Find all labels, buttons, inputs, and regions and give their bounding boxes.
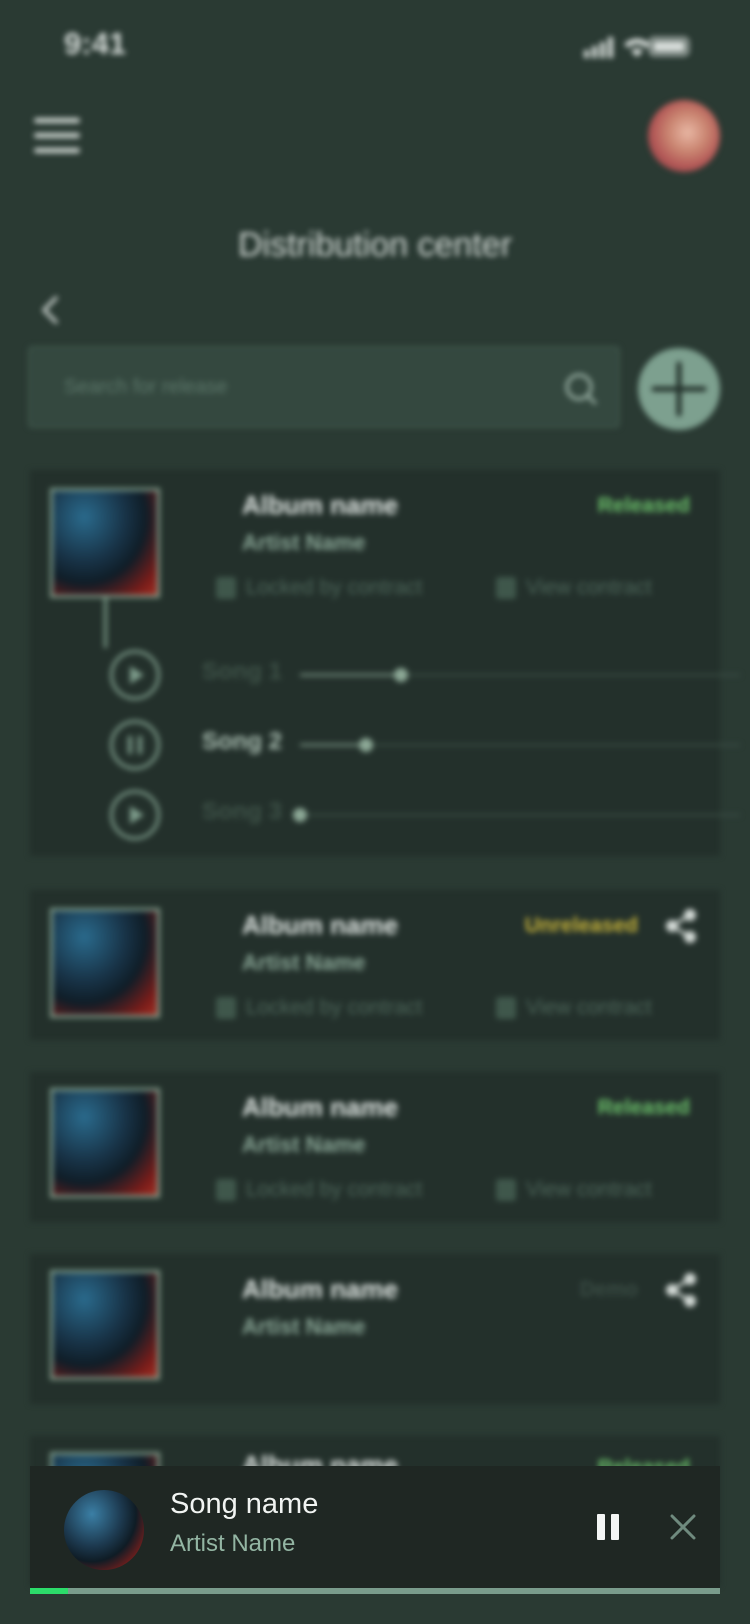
song-progress-track[interactable]: [293, 808, 740, 822]
play-icon: [130, 806, 144, 824]
now-playing-cover[interactable]: [64, 1490, 144, 1570]
app-screen: 9:41 Distribution center Search for rele…: [0, 0, 750, 1624]
song-progress-track[interactable]: [300, 668, 740, 682]
album-name: Album name: [242, 910, 399, 940]
song-progress-knob[interactable]: [359, 738, 373, 752]
song-label: Song 2: [202, 728, 283, 755]
locked-by-contract: Locked by contract: [216, 576, 422, 600]
album-cover[interactable]: [50, 908, 160, 1018]
document-icon: [496, 1179, 516, 1202]
release-card[interactable]: Album name Artist Name Released Locked b…: [30, 1072, 720, 1222]
status-badge: Released: [597, 494, 690, 517]
status-badge: Unreleased: [524, 914, 638, 937]
release-card[interactable]: Album name Artist Name Demo: [30, 1254, 720, 1404]
now-playing-artist: Artist Name: [170, 1530, 296, 1557]
song-row[interactable]: Song 1: [80, 650, 740, 702]
now-playing-song: Song name: [170, 1488, 319, 1520]
song-label: Song 3: [202, 798, 283, 825]
song-row[interactable]: Song 2: [80, 720, 740, 772]
artist-name: Artist Name: [242, 950, 366, 975]
song-progress-fill: [300, 674, 402, 676]
album-cover[interactable]: [50, 488, 160, 598]
status-badge: Released: [597, 1096, 690, 1119]
document-icon: [496, 997, 516, 1020]
play-button[interactable]: [110, 790, 160, 840]
search-icon[interactable]: [562, 370, 600, 408]
song-row[interactable]: Song 3: [80, 790, 740, 842]
artist-name: Artist Name: [242, 530, 366, 555]
background-content: 9:41 Distribution center Search for rele…: [0, 0, 750, 1624]
play-button[interactable]: [110, 650, 160, 700]
status-icons: [584, 37, 689, 58]
artist-name: Artist Name: [242, 1314, 366, 1339]
album-name: Album name: [242, 490, 399, 520]
add-release-button[interactable]: [638, 348, 720, 430]
artist-name: Artist Name: [242, 1132, 366, 1157]
lock-icon: [216, 1179, 236, 1202]
album-name: Album name: [242, 1274, 399, 1304]
release-card[interactable]: Album name Artist Name Unreleased Locked…: [30, 890, 720, 1040]
back-arrow-icon[interactable]: [36, 290, 66, 330]
share-icon[interactable]: [664, 908, 698, 944]
status-time: 9:41: [64, 26, 127, 61]
pause-icon[interactable]: [595, 1514, 621, 1540]
locked-by-contract: Locked by contract: [216, 1178, 422, 1202]
tree-connector: [104, 598, 107, 648]
release-card[interactable]: Album name Artist Name Released Locked b…: [30, 470, 740, 856]
page-title: Distribution center: [237, 226, 512, 264]
pause-icon: [128, 736, 142, 754]
player-progress-fill: [30, 1588, 68, 1594]
album-name: Album name: [242, 1092, 399, 1122]
song-progress-track[interactable]: [300, 738, 740, 752]
mini-player[interactable]: Song name Artist Name: [30, 1466, 720, 1594]
pause-button[interactable]: [110, 720, 160, 770]
player-progress-track[interactable]: [30, 1588, 720, 1594]
view-contract-link[interactable]: View contract: [496, 1178, 652, 1202]
album-cover[interactable]: [50, 1088, 160, 1198]
view-contract-link[interactable]: View contract: [496, 996, 652, 1020]
search-placeholder: Search for release: [64, 376, 228, 398]
view-contract-link[interactable]: View contract: [496, 576, 652, 600]
document-icon: [496, 577, 516, 600]
song-progress-knob[interactable]: [293, 808, 307, 822]
song-progress-fill: [300, 744, 366, 746]
album-cover[interactable]: [50, 1270, 160, 1380]
song-progress-knob[interactable]: [394, 668, 409, 682]
play-icon: [130, 666, 144, 684]
plus-icon: [651, 361, 707, 417]
menu-icon[interactable]: [34, 118, 80, 158]
lock-icon: [216, 997, 236, 1020]
lock-icon: [216, 577, 236, 600]
share-icon[interactable]: [664, 1272, 698, 1308]
search-input[interactable]: Search for release: [28, 346, 620, 428]
avatar[interactable]: [648, 100, 720, 172]
locked-by-contract: Locked by contract: [216, 996, 422, 1020]
status-badge: Demo: [579, 1278, 638, 1301]
status-bar: 9:41: [0, 0, 750, 96]
song-label: Song 1: [202, 658, 283, 685]
close-icon[interactable]: [668, 1512, 698, 1542]
